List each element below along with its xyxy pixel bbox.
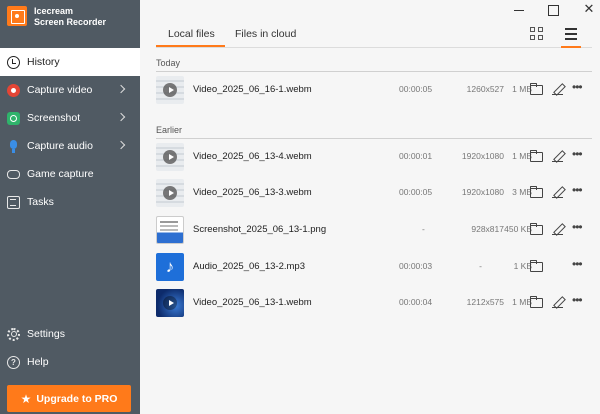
divider [156,71,592,72]
help-icon: ? [7,355,20,369]
file-size: 1 MB [512,151,532,161]
chevron-right-icon [116,140,126,150]
chevron-right-icon [116,84,126,94]
sidebar-item-capture-video[interactable]: Capture video [0,76,140,104]
divider [156,138,592,139]
tabs-divider [156,47,592,48]
open-folder-icon[interactable] [530,260,543,272]
section-label-today: Today [156,58,181,68]
music-note-icon: ♪ [156,253,184,281]
file-size: 1 MB [512,84,532,94]
file-duration: 00:00:04 [399,297,433,307]
sidebar: Icecream Screen Recorder History Capture… [0,0,140,414]
sidebar-item-label: History [27,56,60,68]
upgrade-button[interactable]: ★ Upgrade to PRO [7,385,131,412]
open-folder-icon[interactable] [530,296,543,308]
sidebar-item-settings[interactable]: Settings [0,320,140,348]
open-folder-icon[interactable] [530,150,543,162]
file-duration: 00:00:01 [399,151,433,161]
app-name-line1: Icecream [34,6,74,16]
sidebar-item-label: Game capture [27,168,94,180]
edit-icon[interactable] [552,223,565,235]
file-row[interactable]: Screenshot_2025_06_13-1.png - 928x817 45… [156,215,592,245]
file-duration: 00:00:05 [399,84,433,94]
grid-view-button[interactable] [530,27,544,41]
more-options-icon[interactable]: ••• [572,81,585,95]
sidebar-item-label: Capture audio [27,140,93,152]
edit-icon[interactable] [552,150,565,162]
file-duration: 00:00:05 [399,187,433,197]
file-name: Video_2025_06_13-4.webm [193,151,312,162]
microphone-icon [7,139,20,153]
open-folder-icon[interactable] [530,223,543,235]
edit-icon[interactable] [552,296,565,308]
app-name-line2: Screen Recorder [34,17,107,27]
section-label-earlier: Earlier [156,125,183,135]
sidebar-item-help[interactable]: ? Help [0,348,140,376]
upgrade-label: Upgrade to PRO [36,392,118,405]
open-folder-icon[interactable] [530,186,543,198]
gamepad-icon [7,169,20,179]
file-size: 3 MB [512,187,532,197]
video-thumbnail [156,289,184,317]
file-name: Video_2025_06_13-1.webm [193,297,312,308]
main-panel: ✕ Local files Files in cloud Today Video… [140,0,600,414]
tab-files-in-cloud[interactable]: Files in cloud [235,28,296,40]
play-icon [169,154,174,160]
file-row[interactable]: Video_2025_06_13-3.webm 00:00:05 1920x10… [156,178,592,208]
clock-icon [7,55,20,69]
sidebar-item-capture-audio[interactable]: Capture audio [0,132,140,160]
record-icon [7,83,20,97]
file-size: 1 MB [512,297,532,307]
minimize-button[interactable] [512,2,526,16]
sidebar-item-label: Capture video [27,84,93,96]
file-duration: 00:00:03 [399,261,433,271]
camera-icon [7,111,20,125]
more-options-icon[interactable]: ••• [572,258,585,272]
file-row[interactable]: Video_2025_06_13-4.webm 00:00:01 1920x10… [156,142,592,172]
sidebar-item-history[interactable]: History [0,48,140,76]
file-name: Screenshot_2025_06_13-1.png [193,224,327,235]
file-row[interactable]: Video_2025_06_16-1.webm 00:00:05 1260x52… [156,75,592,105]
file-row[interactable]: ♪ Audio_2025_06_13-2.mp3 00:00:03 - 1 KB… [156,252,592,282]
close-button[interactable]: ✕ [582,2,596,16]
sidebar-item-tasks[interactable]: Tasks [0,188,140,216]
video-thumbnail [156,76,184,104]
list-view-button[interactable] [561,24,581,48]
video-thumbnail [156,143,184,171]
file-size: 1 KB [513,261,532,271]
chevron-right-icon [116,112,126,122]
file-resolution: - [479,261,482,271]
play-icon [169,300,174,306]
sidebar-item-label: Tasks [27,196,54,208]
file-name: Audio_2025_06_13-2.mp3 [193,261,305,272]
maximize-button[interactable] [546,2,560,16]
file-name: Video_2025_06_13-3.webm [193,187,312,198]
file-row[interactable]: Video_2025_06_13-1.webm 00:00:04 1212x57… [156,288,592,318]
sidebar-item-screenshot[interactable]: Screenshot [0,104,140,132]
more-options-icon[interactable]: ••• [572,184,585,198]
more-options-icon[interactable]: ••• [572,294,585,308]
more-options-icon[interactable]: ••• [572,148,585,162]
star-icon: ★ [20,391,32,406]
file-size: 450 KB [504,224,532,234]
edit-icon[interactable] [552,186,565,198]
edit-icon[interactable] [552,83,565,95]
gear-icon [7,327,20,341]
sidebar-item-label: Settings [27,328,65,340]
screenshot-thumbnail [156,216,184,244]
tasks-icon [7,195,20,209]
file-name: Video_2025_06_16-1.webm [193,84,312,95]
sidebar-item-game-capture[interactable]: Game capture [0,160,140,188]
app-logo-icon [7,6,27,26]
sidebar-item-label: Help [27,356,49,368]
more-options-icon[interactable]: ••• [572,221,585,235]
play-icon [169,87,174,93]
sidebar-item-label: Screenshot [27,112,81,124]
app-name: Icecream Screen Recorder [34,6,106,28]
open-folder-icon[interactable] [530,83,543,95]
video-thumbnail [156,179,184,207]
tab-local-files[interactable]: Local files [168,28,215,40]
play-icon [169,190,174,196]
